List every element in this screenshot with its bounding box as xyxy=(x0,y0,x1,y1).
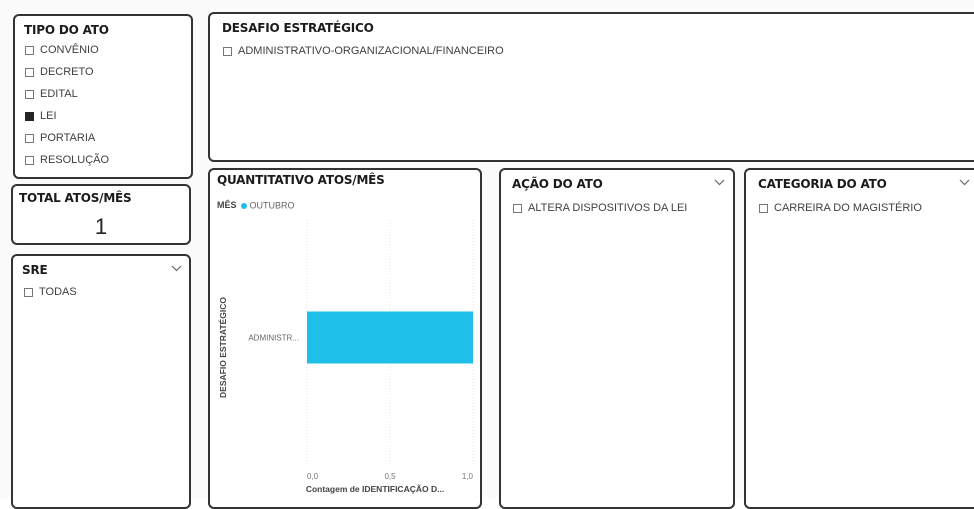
slicer-option-portaria[interactable]: PORTARIA xyxy=(25,132,95,144)
acao-do-ato-slicer: AÇÃO DO ATO ALTERA DISPOSITIVOS DA LEI xyxy=(499,168,735,509)
card-value: 1 xyxy=(94,214,108,239)
x-tick-label: 0,5 xyxy=(384,472,396,481)
option-label: ADMINISTRATIVO-ORGANIZACIONAL/FINANCEIRO xyxy=(238,45,504,57)
slicer-option-lei[interactable]: LEI xyxy=(25,110,57,122)
x-tick-label: 1,0 xyxy=(462,472,474,481)
y-axis-title: DESAFIO ESTRATÉGICO xyxy=(218,297,228,398)
option-label: EDITAL xyxy=(40,88,78,100)
slicer-option-decreto[interactable]: DECRETO xyxy=(25,66,94,78)
slicer-option-edital[interactable]: EDITAL xyxy=(25,88,78,100)
chevron-down-icon[interactable] xyxy=(711,174,727,190)
quantitativo-chart: QUANTITATIVO ATOS/MÊS MÊS OUTUBRO 0,0 0,5 1… xyxy=(208,168,482,509)
checkbox[interactable] xyxy=(25,89,34,99)
checkbox-checked[interactable] xyxy=(25,111,34,121)
sre-slicer: SRE TODAS xyxy=(11,254,191,509)
checkbox[interactable] xyxy=(25,155,34,165)
slicer-title: AÇÃO DO ATO xyxy=(512,177,603,191)
slicer-option-todas[interactable]: TODAS xyxy=(24,286,77,298)
option-label: RESOLUÇÃO xyxy=(40,154,110,166)
tipo-do-ato-slicer: TIPO DO ATO CONVÊNIO DECRETO EDITAL LEI … xyxy=(13,14,193,179)
slicer-option-altera-dispositivos[interactable]: ALTERA DISPOSITIVOS DA LEI xyxy=(513,202,687,214)
legend-dot xyxy=(240,202,247,209)
bar xyxy=(307,311,473,364)
option-label: PORTARIA xyxy=(40,132,96,144)
y-category-label: ADMINISTR... xyxy=(248,334,299,343)
card-title: TOTAL ATOS/MÊS xyxy=(19,191,132,205)
option-label: TODAS xyxy=(39,286,77,298)
total-atos-card: TOTAL ATOS/MÊS 1 xyxy=(11,184,191,245)
x-axis-title: Contagem de IDENTIFICAÇÃO D... xyxy=(306,484,444,494)
x-tick-label: 0,0 xyxy=(307,472,319,481)
checkbox[interactable] xyxy=(25,133,34,143)
bar-chart-svg: 0,0 0,5 1,0 ADMINISTR... Contagem de IDENTIF… xyxy=(218,220,474,494)
checkbox[interactable] xyxy=(25,67,34,77)
option-label: CONVÊNIO xyxy=(40,44,99,56)
option-label: CARREIRA DO MAGISTÉRIO xyxy=(774,202,922,214)
slicer-option-convenio[interactable]: CONVÊNIO xyxy=(25,44,99,56)
slicer-option-carreira-magisterio[interactable]: CARREIRA DO MAGISTÉRIO xyxy=(759,202,922,214)
checkbox[interactable] xyxy=(223,46,232,56)
report-canvas: TIPO DO ATO CONVÊNIO DECRETO EDITAL LEI … xyxy=(0,0,974,509)
option-label: LEI xyxy=(40,110,57,122)
slicer-option-administrativo[interactable]: ADMINISTRATIVO-ORGANIZACIONAL/FINANCEIRO xyxy=(223,45,504,57)
checkbox[interactable] xyxy=(759,203,768,213)
chart-title: QUANTITATIVO ATOS/MÊS xyxy=(217,173,385,187)
chevron-down-icon[interactable] xyxy=(168,260,184,276)
categoria-do-ato-slicer: CATEGORIA DO ATO CARREIRA DO MAGISTÉRIO xyxy=(744,168,974,509)
checkbox[interactable] xyxy=(25,45,34,55)
desafio-estrategico-slicer: DESAFIO ESTRATÉGICO ADMINISTRATIVO-ORGAN… xyxy=(208,12,974,162)
checkbox[interactable] xyxy=(513,203,522,213)
checkbox[interactable] xyxy=(24,287,33,297)
slicer-option-resolucao[interactable]: RESOLUÇÃO xyxy=(25,154,109,166)
slicer-title: TIPO DO ATO xyxy=(24,23,109,37)
option-label: ALTERA DISPOSITIVOS DA LEI xyxy=(528,202,688,214)
chevron-down-icon[interactable] xyxy=(956,174,972,190)
option-label: DECRETO xyxy=(40,66,94,78)
slicer-title: DESAFIO ESTRATÉGICO xyxy=(222,21,374,35)
slicer-title: SRE xyxy=(22,263,48,277)
legend-title: MÊS xyxy=(217,200,237,210)
slicer-title: CATEGORIA DO ATO xyxy=(758,177,887,191)
